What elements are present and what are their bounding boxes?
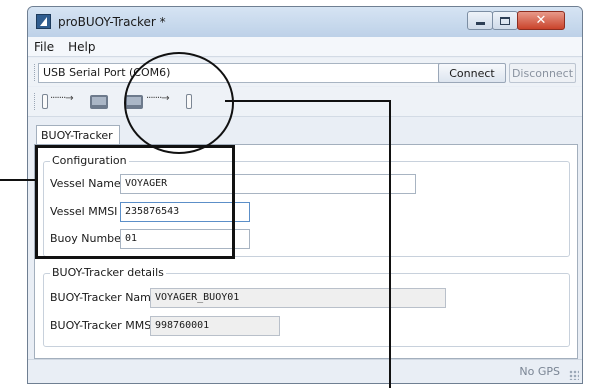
close-button[interactable]: ✕	[517, 11, 565, 30]
status-bar: No GPS	[28, 359, 582, 383]
maximize-button[interactable]	[492, 11, 518, 30]
callout-line	[225, 100, 390, 102]
tracker-mmsi-label: BUOY-Tracker MMSI	[50, 319, 155, 332]
minimize-icon	[475, 22, 485, 25]
details-title: BUOY-Tracker details	[50, 266, 166, 279]
tracker-mmsi-field: 998760001	[150, 316, 280, 336]
close-icon: ✕	[535, 13, 547, 28]
status-toolbar: ·······→ ·······→	[28, 87, 582, 117]
tracker-name-field: VOYAGER_BUOY01	[150, 288, 446, 308]
resize-grip-icon[interactable]	[569, 370, 579, 380]
menu-file[interactable]: File	[34, 40, 54, 54]
gps-status: No GPS	[519, 365, 560, 378]
menu-bar: File Help	[28, 37, 582, 57]
maximize-icon	[500, 16, 510, 25]
details-group: BUOY-Tracker details BUOY-Tracker Name V…	[43, 266, 570, 347]
tab-strip: BUOY-Tracker	[28, 123, 582, 145]
tab-buoy-tracker[interactable]: BUOY-Tracker	[36, 125, 120, 145]
connection-toolbar: USB Serial Port (COM6) ▼ Connect Disconn…	[28, 58, 582, 86]
tracker-name-label: BUOY-Tracker Name	[50, 291, 158, 304]
callout-line	[389, 100, 391, 388]
connect-button[interactable]: Connect	[438, 63, 506, 83]
port-select[interactable]: USB Serial Port (COM6) ▼	[38, 63, 463, 83]
device-plug-icon	[42, 94, 48, 109]
title-bar[interactable]: proBUOY-Tracker * ✕	[28, 7, 582, 37]
disconnect-button[interactable]: Disconnect	[509, 63, 576, 83]
toolbar-grip[interactable]	[34, 93, 37, 110]
toolbar-grip[interactable]	[34, 64, 37, 81]
minimize-button[interactable]	[467, 11, 493, 30]
menu-help[interactable]: Help	[68, 40, 95, 54]
app-icon	[36, 14, 51, 29]
window-title: proBUOY-Tracker *	[58, 15, 166, 29]
callout-line	[0, 179, 36, 181]
computer-icon	[90, 95, 108, 109]
callout-circle	[124, 52, 234, 154]
link-arrow-icon: ·······→	[50, 93, 74, 104]
callout-box	[35, 145, 235, 259]
